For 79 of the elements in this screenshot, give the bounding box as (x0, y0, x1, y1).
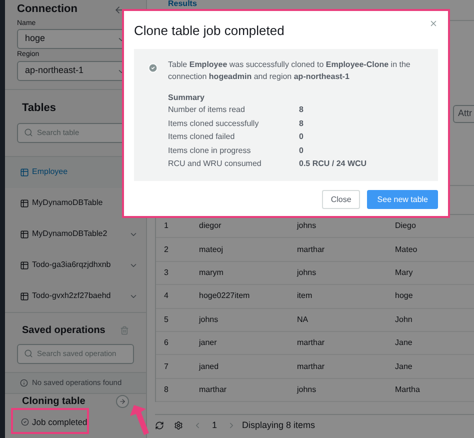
table-cell-text: marym (198, 266, 224, 279)
check-circle-icon (148, 62, 158, 72)
table-cell-text: NA (296, 314, 310, 326)
item-count: Displaying 8 items (242, 418, 316, 432)
dialog-message: Table Employee was successfully cloned to Employee-Clone in the connection hogeadmin and region ap-northeast-1 (168, 58, 412, 82)
summary-value: 8 (299, 104, 304, 116)
close-button[interactable]: Close (322, 190, 360, 209)
table-cell-text: 7 (163, 360, 170, 373)
table-cell-text: Diego (394, 220, 417, 232)
section-title: Connection (17, 2, 78, 18)
table-cell-text: marthar (296, 360, 326, 373)
table-cell-text: Mateo (394, 244, 418, 256)
summary-label: RCU and WRU consumed (168, 158, 262, 170)
results-tab[interactable]: Results (168, 0, 197, 8)
table-cell-text: hoge (394, 290, 414, 302)
table-cell-text: John (394, 314, 414, 326)
table-cell-text: johns (296, 266, 318, 279)
table-cell-text: item (296, 290, 314, 302)
table-cell-text: diegor (198, 220, 222, 232)
table-cell-text: 6 (163, 337, 170, 350)
table-cell-text: johns (198, 314, 220, 326)
summary-value: 0 (299, 131, 304, 144)
table-cell-text: 3 (163, 266, 170, 279)
table-list-item[interactable]: MyDynamoDBTable2 (5, 218, 146, 250)
table-cell-text: 2 (163, 244, 170, 256)
summary-value: 0.5 RCU / 24 WCU (299, 158, 367, 170)
section-title: Tables (21, 101, 58, 116)
summary-label: Items cloned failed (168, 131, 236, 144)
table-list-item[interactable]: Todo-gvxh2zf27baehd (5, 280, 146, 312)
table-list-item[interactable]: Todo-ga3ia6rqzjdhxnb (5, 250, 146, 280)
trash-icon[interactable] (120, 326, 129, 334)
table-cell-text: 5 (163, 314, 170, 326)
summary-title: Summary (168, 92, 206, 104)
refresh-icon[interactable] (155, 421, 164, 430)
table-icon (20, 292, 29, 300)
pointer-arrow (130, 403, 150, 437)
close-icon[interactable] (429, 19, 438, 28)
summary-label: Items cloned successfully (168, 118, 260, 130)
summary-value: 8 (299, 118, 304, 130)
table-cell-text: marthar (198, 384, 228, 396)
table-cell-text: hoge0227item (198, 290, 251, 302)
settings-icon[interactable] (174, 421, 183, 430)
info-icon (20, 378, 28, 386)
table-cell-text: mateoj (198, 244, 224, 256)
arrow-left-icon[interactable] (114, 4, 124, 14)
attribute-button[interactable]: Attr (452, 105, 474, 123)
table-cell-text: johns (296, 220, 318, 232)
table-cell-text: Jane (394, 360, 414, 373)
table-icon (20, 260, 29, 270)
table-cell-text: Mary (394, 266, 414, 279)
table-cell-text: marthar (296, 337, 326, 350)
check-circle-icon (21, 418, 29, 426)
table-icon (20, 168, 29, 176)
job-status: Job completed (32, 416, 88, 428)
page-number[interactable]: 1 (212, 418, 218, 432)
table-icon (20, 230, 29, 238)
summary-label: Items clone in progress (168, 144, 252, 157)
table-cell-text: 1 (163, 220, 170, 232)
table-list-item[interactable]: MyDynamoDBTable (5, 188, 146, 218)
table-cell-text: johns (296, 384, 318, 396)
table-cell-text: 4 (163, 290, 170, 302)
table-cell-text: 8 (163, 384, 170, 396)
see-table-button[interactable]: See new table (367, 190, 438, 209)
search-icon (24, 349, 33, 358)
section-title: Saved operations (22, 324, 106, 338)
open-button[interactable] (116, 394, 129, 408)
section-title: Cloning table (22, 394, 86, 408)
table-cell-text: marthar (296, 244, 326, 256)
table-cell-text: Martha (394, 384, 421, 396)
search-icon (24, 128, 33, 137)
table-cell-text: janer (198, 337, 218, 350)
table-cell-text: Jane (394, 337, 414, 350)
summary-label: Number of items read (168, 104, 246, 116)
table-cell-text: janed (198, 360, 220, 373)
summary-value: 0 (299, 144, 304, 157)
previous-page-icon[interactable] (193, 421, 202, 430)
arrow-right-icon (119, 398, 126, 404)
table-icon (20, 198, 29, 208)
dialog-title: Clone table job completed (134, 22, 284, 40)
